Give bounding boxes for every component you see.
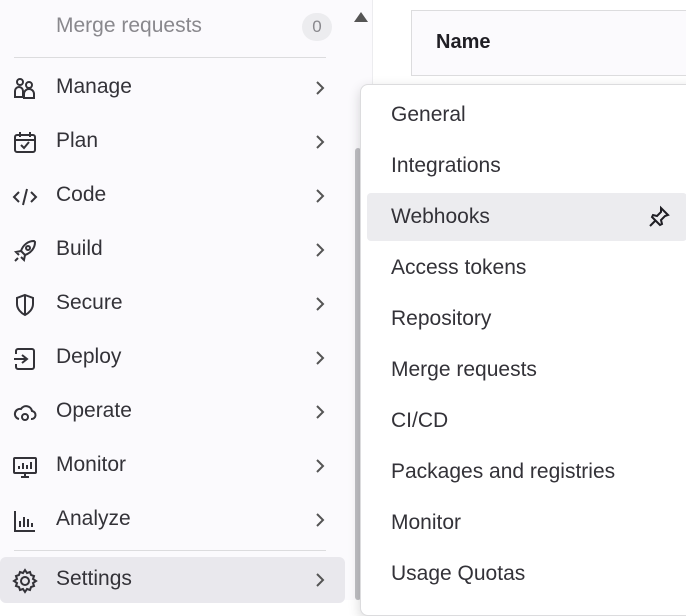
sidebar-item-label: Manage <box>56 75 132 98</box>
calendar-icon <box>12 130 38 156</box>
flyout-item-repository[interactable]: Repository <box>367 295 686 343</box>
flyout-item-label: CI/CD <box>391 409 449 432</box>
sidebar-item-label: Code <box>56 183 107 206</box>
sidebar-item-label: Plan <box>56 129 99 152</box>
chevron-right-icon <box>312 571 328 589</box>
flyout-item-access-tokens[interactable]: Access tokens <box>367 244 686 292</box>
monitor-icon <box>12 454 38 480</box>
settings-flyout-menu: General Integrations Webhooks Access tok… <box>360 84 686 616</box>
code-icon <box>12 184 38 210</box>
sidebar-item-secure[interactable]: Secure <box>0 281 345 327</box>
chevron-right-icon <box>312 295 328 313</box>
flyout-item-usage-quotas[interactable]: Usage Quotas <box>367 550 686 598</box>
chevron-right-icon <box>312 241 328 259</box>
flyout-item-packages-and-registries[interactable]: Packages and registries <box>367 448 686 496</box>
table-header-row: Name <box>411 10 686 76</box>
chevron-right-icon <box>312 133 328 151</box>
sidebar-item-monitor[interactable]: Monitor <box>0 443 345 489</box>
chart-icon <box>12 508 38 534</box>
flyout-item-label: Usage Quotas <box>391 562 526 585</box>
sidebar: Merge requests 0 Manage Plan Code Build … <box>0 0 373 603</box>
sidebar-item-label: Build <box>56 237 103 260</box>
column-header-name: Name <box>436 31 491 53</box>
chevron-right-icon <box>312 511 328 529</box>
flyout-item-merge-requests[interactable]: Merge requests <box>367 346 686 394</box>
flyout-item-label: Access tokens <box>391 256 527 279</box>
chevron-right-icon <box>312 187 328 205</box>
flyout-item-label: Merge requests <box>391 358 537 381</box>
pin-icon[interactable] <box>647 205 671 229</box>
sidebar-item-deploy[interactable]: Deploy <box>0 335 345 381</box>
divider <box>14 57 326 58</box>
pinned-item-merge-requests[interactable]: Merge requests 0 <box>0 0 345 56</box>
sidebar-item-manage[interactable]: Manage <box>0 65 345 111</box>
deploy-icon <box>12 346 38 372</box>
cloud-gear-icon <box>12 400 38 426</box>
sidebar-item-label: Secure <box>56 291 123 314</box>
sidebar-item-code[interactable]: Code <box>0 173 345 219</box>
sidebar-item-label: Analyze <box>56 507 131 530</box>
sidebar-item-label: Settings <box>56 567 132 590</box>
chevron-right-icon <box>312 403 328 421</box>
sidebar-item-settings[interactable]: Settings <box>0 557 345 603</box>
shield-icon <box>12 292 38 318</box>
flyout-item-monitor[interactable]: Monitor <box>367 499 686 547</box>
count-badge: 0 <box>302 13 332 41</box>
flyout-item-label: Integrations <box>391 154 501 177</box>
sidebar-item-operate[interactable]: Operate <box>0 389 345 435</box>
sidebar-item-plan[interactable]: Plan <box>0 119 345 165</box>
flyout-item-general[interactable]: General <box>367 91 686 139</box>
chevron-right-icon <box>312 79 328 97</box>
chevron-right-icon <box>312 349 328 367</box>
gear-icon <box>12 568 38 594</box>
flyout-item-label: Webhooks <box>391 205 490 228</box>
flyout-item-label: Monitor <box>391 511 462 534</box>
sidebar-item-build[interactable]: Build <box>0 227 345 273</box>
flyout-item-webhooks[interactable]: Webhooks <box>367 193 686 241</box>
sidebar-item-label: Operate <box>56 399 132 422</box>
users-icon <box>12 76 38 102</box>
sidebar-item-label: Monitor <box>56 453 127 476</box>
scroll-up-arrow-icon[interactable] <box>354 12 368 22</box>
sidebar-item-label: Deploy <box>56 345 122 368</box>
chevron-right-icon <box>312 457 328 475</box>
rocket-icon <box>12 238 38 264</box>
divider <box>14 550 326 551</box>
flyout-item-label: General <box>391 103 466 126</box>
flyout-item-label: Packages and registries <box>391 460 616 483</box>
sidebar-item-analyze[interactable]: Analyze <box>0 497 345 543</box>
flyout-item-label: Repository <box>391 307 492 330</box>
pinned-item-label: Merge requests <box>56 14 202 37</box>
flyout-item-integrations[interactable]: Integrations <box>367 142 686 190</box>
flyout-item-ci-cd[interactable]: CI/CD <box>367 397 686 445</box>
